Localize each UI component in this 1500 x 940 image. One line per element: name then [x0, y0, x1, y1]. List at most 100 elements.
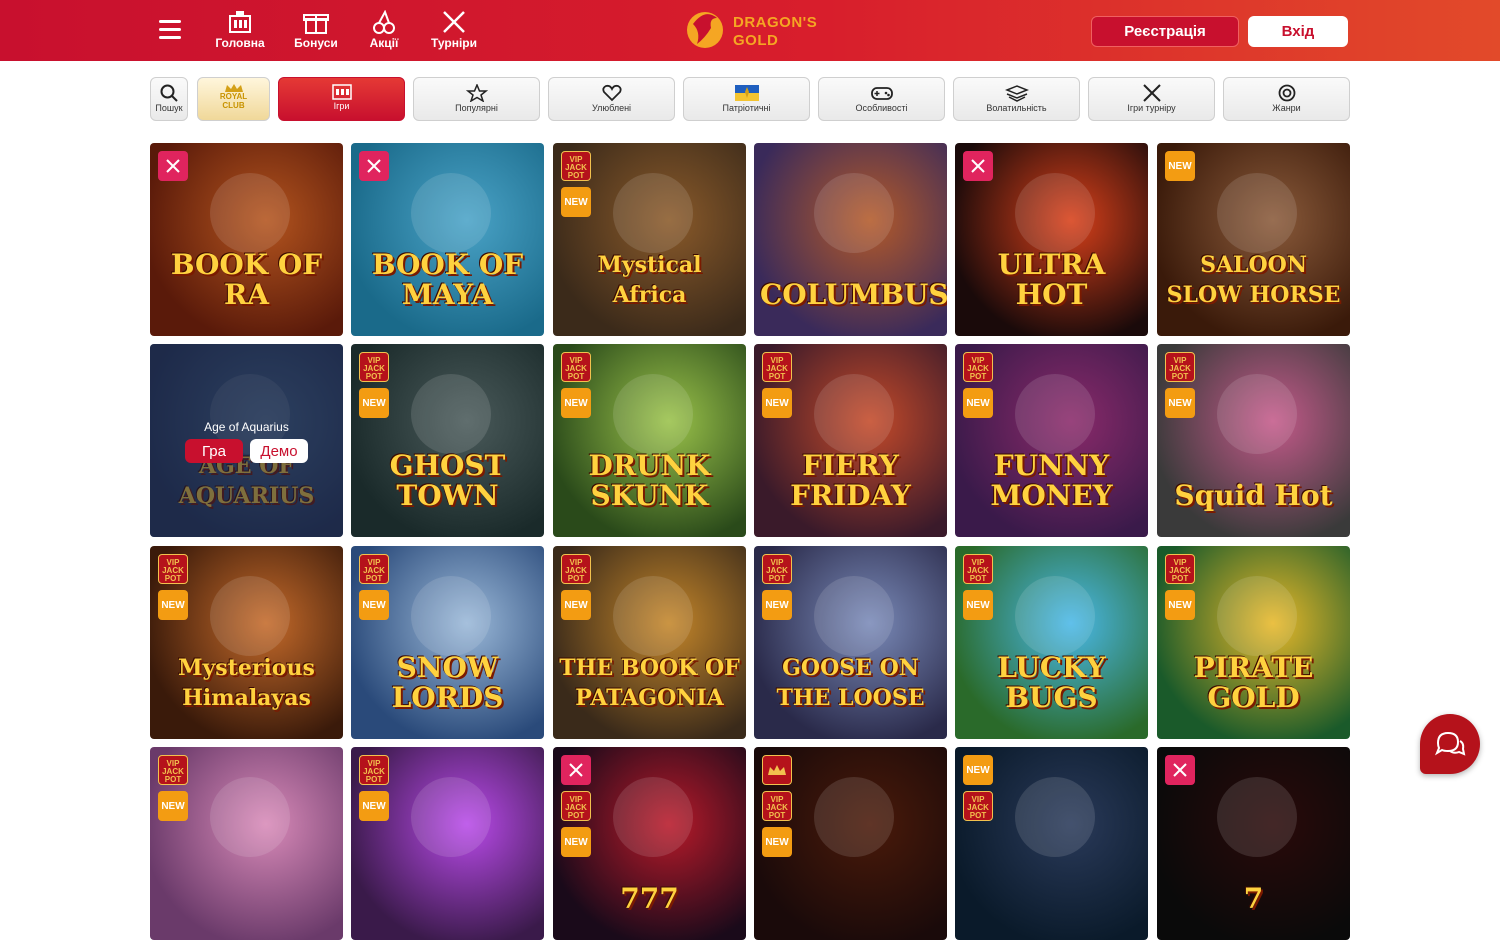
vip-jackpot-badge: VIP JACK POT	[359, 554, 389, 584]
game-tile[interactable]: THE BOOK OF PATAGONIA VIP JACK POT NEW	[553, 546, 746, 739]
game-artwork	[1217, 374, 1297, 454]
game-title: GHOST TOWN	[389, 449, 506, 512]
category-label: Популярні	[455, 103, 498, 113]
game-tile[interactable]: FIERY FRIDAY VIP JACK POT NEW	[754, 344, 947, 537]
chat-button[interactable]	[1420, 714, 1480, 774]
new-badge: NEW	[1165, 151, 1195, 181]
game-tile[interactable]: ULTRA HOT	[955, 143, 1148, 336]
gift-icon	[303, 14, 329, 34]
login-button[interactable]: Вхід	[1248, 16, 1348, 47]
game-title: Squid Hot	[1174, 479, 1333, 512]
game-artwork	[411, 576, 491, 656]
game-tile[interactable]: DRUNK SKUNK VIP JACK POT NEW	[553, 344, 746, 537]
genres-icon	[1278, 84, 1295, 102]
category-tournament-games[interactable]: Ігри турніру	[1088, 77, 1215, 121]
game-tile[interactable]: BOOK OF MAYA	[351, 143, 544, 336]
game-title: COLUMBUS	[760, 278, 947, 311]
vip-jackpot-badge: VIP JACK POT	[359, 755, 389, 785]
nav-bonuses[interactable]: Бонуси	[281, 10, 351, 50]
heart-icon	[601, 84, 622, 102]
category-features[interactable]: Особливості	[818, 77, 945, 121]
search-button[interactable]: Пошук	[150, 77, 188, 121]
menu-icon[interactable]	[159, 20, 181, 40]
game-tile[interactable]: Mysterious Himalayas VIP JACK POT NEW	[150, 546, 343, 739]
game-artwork	[1015, 374, 1095, 454]
new-badge: NEW	[561, 590, 591, 620]
category-games[interactable]: Ігри	[278, 77, 405, 121]
search-label: Пошук	[155, 103, 183, 113]
register-button[interactable]: Реєстрація	[1091, 16, 1239, 47]
nav-label: Бонуси	[294, 36, 338, 50]
game-tile[interactable]: BOOK OF RA	[150, 143, 343, 336]
game-title: THE BOOK OF PATAGONIA	[559, 655, 740, 711]
category-favorites[interactable]: Улюблені	[548, 77, 675, 121]
game-tile[interactable]: PIRATE GOLD VIP JACK POT NEW	[1157, 546, 1350, 739]
slot-machine-icon	[331, 84, 352, 100]
crown-icon	[762, 755, 792, 785]
new-badge: NEW	[561, 187, 591, 217]
category-label: Жанри	[1272, 103, 1301, 113]
vip-jackpot-badge: VIP JACK POT	[963, 791, 993, 821]
new-badge: NEW	[359, 590, 389, 620]
royal-line1: ROYAL	[219, 92, 248, 101]
chat-icon	[1434, 731, 1466, 756]
game-artwork	[210, 576, 290, 656]
game-tile[interactable]: Squid Hot VIP JACK POT NEW	[1157, 344, 1350, 537]
home-icon	[229, 11, 251, 33]
game-tile[interactable]: FUNNY MONEY VIP JACK POT NEW	[955, 344, 1148, 537]
category-popular[interactable]: Популярні	[413, 77, 540, 121]
nav-promotions[interactable]: Акції	[349, 10, 419, 50]
category-volatility[interactable]: Волатильність	[953, 77, 1080, 121]
game-artwork	[1015, 173, 1095, 253]
new-badge: NEW	[359, 791, 389, 821]
tournament-icon	[963, 151, 993, 181]
nav-home[interactable]: Головна	[205, 10, 275, 50]
crown-icon	[225, 84, 243, 92]
vip-jackpot-badge: VIP JACK POT	[1165, 352, 1195, 382]
vip-jackpot-badge: VIP JACK POT	[1165, 554, 1195, 584]
game-tile[interactable]: AGE OF AQUARIUSAge of AquariusГраДемо	[150, 344, 343, 537]
game-title: GOOSE ON THE LOOSE	[776, 655, 925, 711]
game-artwork	[613, 777, 693, 857]
game-artwork	[411, 173, 491, 253]
game-tile[interactable]: Mystical Africa VIP JACK POT NEW	[553, 143, 746, 336]
tournament-icon	[1165, 755, 1195, 785]
site-header: Головна Бонуси Акції Турніри DRAGON'S GOL…	[0, 0, 1500, 61]
category-genres[interactable]: Жанри	[1223, 77, 1350, 121]
game-artwork	[814, 173, 894, 253]
game-tile[interactable]: GHOST TOWN VIP JACK POT NEW	[351, 344, 544, 537]
nav-tournaments[interactable]: Турніри	[419, 10, 489, 50]
game-artwork	[1217, 777, 1297, 857]
category-patriotic[interactable]: Патріотичні	[683, 77, 810, 121]
game-tile[interactable]: SNOW LORDS VIP JACK POT NEW	[351, 546, 544, 739]
game-tile[interactable]: COLUMBUS	[754, 143, 947, 336]
game-title: Mystical Africa	[597, 252, 702, 308]
demo-button[interactable]: Демо	[250, 439, 308, 463]
new-badge: NEW	[359, 388, 389, 418]
game-title: 7	[1243, 882, 1264, 915]
category-label: Ігри турніру	[1127, 103, 1176, 113]
game-tile[interactable]: LUCKY BUGS VIP JACK POT NEW	[955, 546, 1148, 739]
royal-club-button[interactable]: ROYAL CLUB	[197, 77, 270, 121]
game-tile[interactable]: SALOON SLOW HORSE NEW	[1157, 143, 1350, 336]
play-button[interactable]: Гра	[185, 439, 243, 463]
new-badge: NEW	[1165, 590, 1195, 620]
vip-jackpot-badge: VIP JACK POT	[762, 791, 792, 821]
game-title: Mysterious Himalayas	[178, 655, 315, 711]
game-artwork	[814, 374, 894, 454]
vip-jackpot-badge: VIP JACK POT	[963, 554, 993, 584]
game-artwork	[1217, 576, 1297, 656]
nav-label: Акції	[369, 36, 399, 50]
hover-game-title: Age of Aquarius	[204, 420, 289, 434]
gamepad-icon	[870, 87, 893, 100]
tournament-icon	[561, 755, 591, 785]
game-artwork	[411, 777, 491, 857]
cherries-icon	[373, 10, 395, 34]
category-label: Волатильність	[986, 103, 1047, 113]
royal-line2: CLUB	[222, 101, 245, 110]
game-tile[interactable]: GOOSE ON THE LOOSE VIP JACK POT NEW	[754, 546, 947, 739]
new-badge: NEW	[158, 791, 188, 821]
game-artwork	[613, 576, 693, 656]
vip-jackpot-badge: VIP JACK POT	[762, 352, 792, 382]
logo[interactable]: DRAGON'S GOLD	[683, 4, 823, 56]
